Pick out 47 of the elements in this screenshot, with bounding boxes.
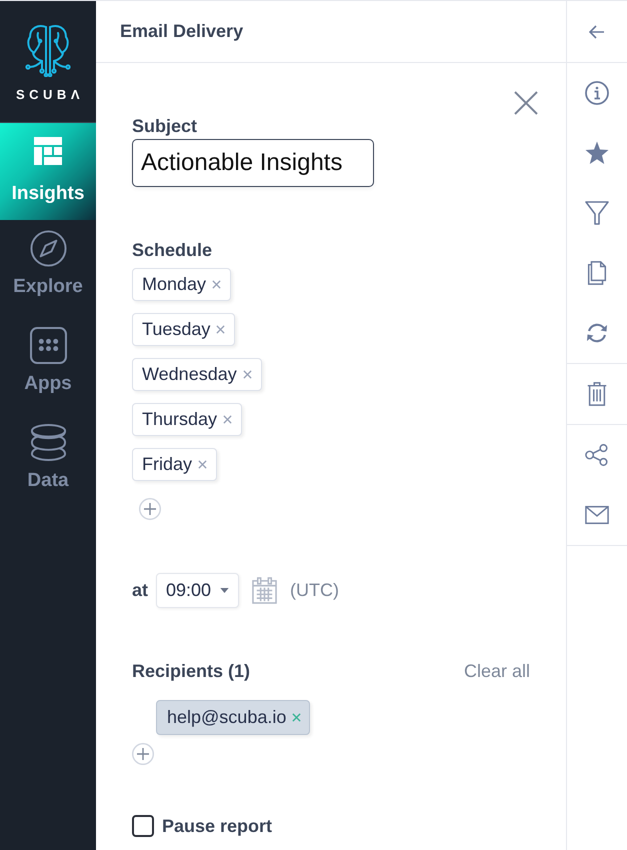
time-label: at [132, 580, 148, 601]
remove-icon[interactable] [212, 280, 222, 289]
panel-title: Email Delivery [120, 21, 244, 42]
remove-icon[interactable] [292, 713, 302, 722]
close-icon[interactable] [514, 91, 538, 115]
nav-item[interactable]: Explore [0, 220, 96, 317]
day-name: Friday [142, 454, 192, 475]
share-icon [585, 443, 609, 467]
checkbox-label: Pause report [162, 816, 272, 836]
checkbox[interactable] [132, 815, 154, 837]
filter-icon [585, 201, 609, 225]
trash-icon [585, 382, 609, 406]
apps-grid-icon [30, 327, 66, 364]
add-circle-icon[interactable] [132, 743, 154, 765]
logo-wordmark: SCUBΛ [16, 87, 84, 102]
field-label: Subject [132, 115, 198, 137]
nav-item[interactable]: Insights [0, 123, 96, 220]
add-circle-icon[interactable] [139, 498, 161, 520]
remove-icon[interactable] [223, 415, 232, 424]
remove-icon[interactable] [198, 460, 208, 469]
grid-layout-icon [34, 137, 62, 165]
star-icon [585, 141, 609, 165]
envelope-icon [585, 503, 609, 527]
arrow-left-icon [589, 24, 605, 38]
remove-icon[interactable] [216, 325, 226, 334]
day-name: Monday [142, 274, 206, 295]
day-name: Thursday [142, 409, 218, 430]
caret-icon [220, 588, 230, 593]
refresh-icon [585, 321, 609, 345]
brain-circuit-logo-icon [24, 23, 72, 77]
day-name: Wednesday [142, 364, 237, 385]
nav-item[interactable]: Data [0, 414, 96, 511]
subject-input[interactable]: Actionable Insights [132, 139, 374, 187]
email-address: help@scuba.io [167, 707, 286, 728]
compass-icon [30, 230, 66, 267]
time-select[interactable]: 09:00 [156, 573, 240, 608]
info-icon [585, 81, 609, 105]
day-name: Tuesday [142, 319, 210, 340]
field-label: Schedule [132, 239, 212, 261]
calendar-icon[interactable] [252, 577, 278, 604]
copy-icon [585, 261, 609, 285]
clear-all-link[interactable]: Clear all [464, 660, 530, 682]
field-label: Recipients (1) [132, 660, 250, 682]
timezone-text: (UTC) [290, 580, 339, 601]
remove-icon[interactable] [242, 370, 252, 379]
database-icon [30, 424, 66, 461]
nav-item[interactable]: Apps [0, 317, 96, 414]
